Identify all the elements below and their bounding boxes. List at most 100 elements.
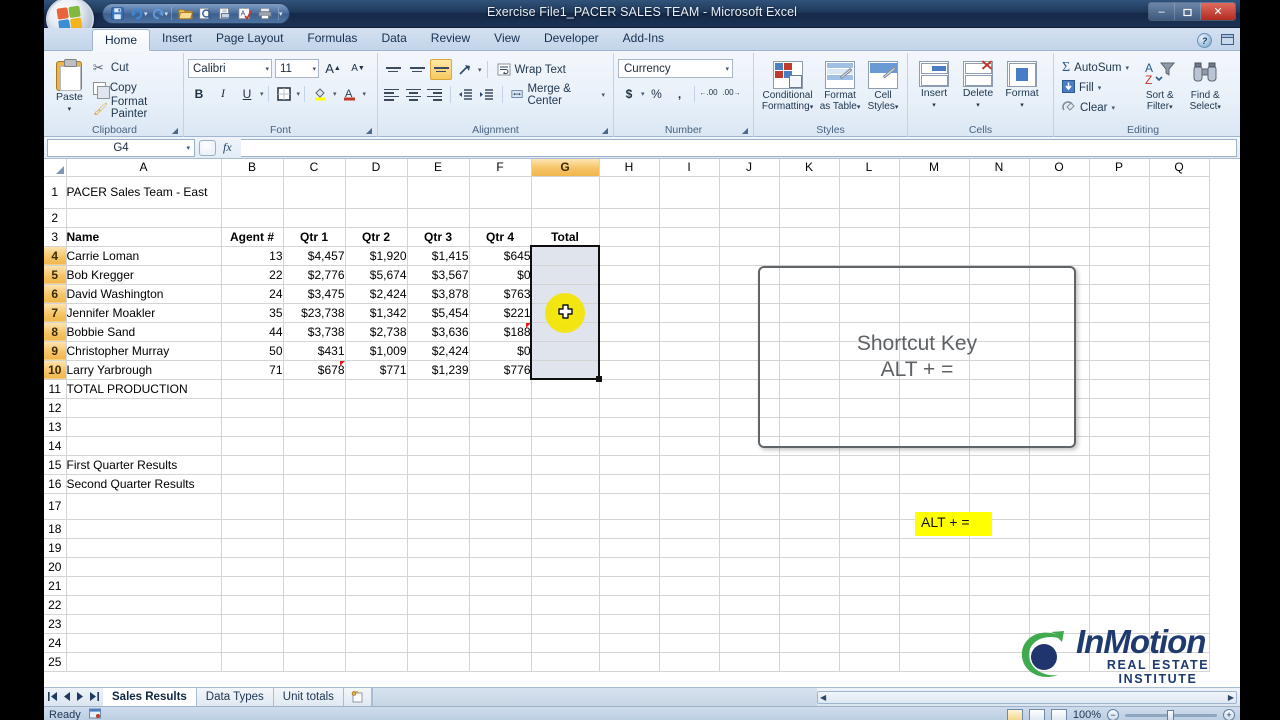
- autosum-button[interactable]: Σ AutoSum ▾: [1058, 58, 1133, 78]
- zoom-out-button[interactable]: −: [1107, 709, 1119, 720]
- cell-E2[interactable]: [407, 208, 470, 228]
- cell-H4[interactable]: [599, 246, 660, 266]
- cell-D24[interactable]: [345, 633, 408, 653]
- cell-G24[interactable]: [531, 633, 600, 653]
- cell-H1[interactable]: [599, 176, 660, 209]
- cell-K20[interactable]: [779, 557, 840, 577]
- cell-A20[interactable]: [66, 557, 222, 577]
- column-header-i[interactable]: I: [659, 159, 720, 177]
- align-top-button[interactable]: [382, 59, 404, 80]
- cell-F22[interactable]: [469, 595, 532, 615]
- percent-format-button[interactable]: %: [646, 83, 668, 104]
- cell-K1[interactable]: [779, 176, 840, 209]
- cell-I4[interactable]: [659, 246, 720, 266]
- cell-E13[interactable]: [407, 417, 470, 437]
- cell-B24[interactable]: [221, 633, 284, 653]
- zoom-level[interactable]: 100%: [1073, 709, 1101, 720]
- fill-color-button[interactable]: [309, 83, 331, 104]
- cell-C22[interactable]: [283, 595, 346, 615]
- cell-B17[interactable]: [221, 493, 284, 520]
- cell-K3[interactable]: [779, 227, 840, 247]
- cell-K25[interactable]: [779, 652, 840, 672]
- cell-styles-button[interactable]: Cell Styles▾: [863, 59, 903, 113]
- column-header-a[interactable]: A: [66, 159, 222, 177]
- cell-C11[interactable]: [283, 379, 346, 399]
- column-header-b[interactable]: B: [221, 159, 284, 177]
- cell-M24[interactable]: [899, 633, 970, 653]
- cell-C16[interactable]: [283, 474, 346, 494]
- cell-A9[interactable]: Christopher Murray: [66, 341, 222, 361]
- bold-button[interactable]: B: [188, 83, 210, 104]
- row-header-23[interactable]: 23: [44, 614, 67, 634]
- cell-O4[interactable]: [1029, 246, 1090, 266]
- cell-Q20[interactable]: [1149, 557, 1210, 577]
- zoom-slider[interactable]: [1125, 709, 1217, 720]
- cell-N1[interactable]: [969, 176, 1030, 209]
- cell-C10[interactable]: $678: [283, 360, 346, 380]
- align-middle-button[interactable]: [406, 59, 428, 80]
- format-as-table-button[interactable]: Format as Table▾: [818, 59, 862, 113]
- cell-E23[interactable]: [407, 614, 470, 634]
- cell-B22[interactable]: [221, 595, 284, 615]
- cell-G17[interactable]: [531, 493, 600, 520]
- cell-C3[interactable]: Qtr 1: [283, 227, 346, 247]
- cell-D6[interactable]: $2,424: [345, 284, 408, 304]
- font-dialog-launcher[interactable]: ◢: [364, 125, 374, 135]
- row-header-4[interactable]: 4: [44, 246, 67, 266]
- cell-Q12[interactable]: [1149, 398, 1210, 418]
- cell-M20[interactable]: [899, 557, 970, 577]
- tab-review[interactable]: Review: [419, 28, 482, 50]
- cell-L1[interactable]: [839, 176, 900, 209]
- horizontal-scrollbar[interactable]: ◀ ▶: [817, 691, 1237, 704]
- cell-K2[interactable]: [779, 208, 840, 228]
- cell-Q2[interactable]: [1149, 208, 1210, 228]
- cell-I16[interactable]: [659, 474, 720, 494]
- cell-P15[interactable]: [1089, 455, 1150, 475]
- cell-L24[interactable]: [839, 633, 900, 653]
- cell-G13[interactable]: [531, 417, 600, 437]
- column-header-j[interactable]: J: [719, 159, 780, 177]
- cell-D17[interactable]: [345, 493, 408, 520]
- cell-L16[interactable]: [839, 474, 900, 494]
- cell-O15[interactable]: [1029, 455, 1090, 475]
- row-header-13[interactable]: 13: [44, 417, 67, 437]
- cell-B15[interactable]: [221, 455, 284, 475]
- cell-J25[interactable]: [719, 652, 780, 672]
- cell-A5[interactable]: Bob Kregger: [66, 265, 222, 285]
- last-sheet-icon[interactable]: [89, 691, 99, 703]
- row-header-9[interactable]: 9: [44, 341, 67, 361]
- cell-O22[interactable]: [1029, 595, 1090, 615]
- clear-arrow[interactable]: ▾: [1111, 104, 1115, 112]
- cell-I14[interactable]: [659, 436, 720, 456]
- cell-P17[interactable]: [1089, 493, 1150, 520]
- zoom-slider-knob[interactable]: [1167, 709, 1174, 720]
- cell-F12[interactable]: [469, 398, 532, 418]
- cell-P9[interactable]: [1089, 341, 1150, 361]
- cell-D4[interactable]: $1,920: [345, 246, 408, 266]
- column-header-l[interactable]: L: [839, 159, 900, 177]
- cell-C13[interactable]: [283, 417, 346, 437]
- cell-I2[interactable]: [659, 208, 720, 228]
- cell-N22[interactable]: [969, 595, 1030, 615]
- cell-O16[interactable]: [1029, 474, 1090, 494]
- cell-P22[interactable]: [1089, 595, 1150, 615]
- cell-H13[interactable]: [599, 417, 660, 437]
- fat-arrow[interactable]: ▾: [857, 104, 861, 111]
- cell-A24[interactable]: [66, 633, 222, 653]
- cell-A15[interactable]: First Quarter Results: [66, 455, 222, 475]
- sheet-tab-data-types[interactable]: Data Types: [196, 688, 274, 706]
- cell-D25[interactable]: [345, 652, 408, 672]
- cell-C14[interactable]: [283, 436, 346, 456]
- italic-button[interactable]: I: [212, 83, 234, 104]
- cell-F10[interactable]: $776: [469, 360, 532, 380]
- worksheet-grid[interactable]: A B C D E F G H I J K L M N O P Q 1 PACER Sales Team - Eas…: [44, 159, 1240, 687]
- cell-Q21[interactable]: [1149, 576, 1210, 596]
- cell-I20[interactable]: [659, 557, 720, 577]
- cell-K19[interactable]: [779, 538, 840, 558]
- cell-F17[interactable]: [469, 493, 532, 520]
- cell-D10[interactable]: $771: [345, 360, 408, 380]
- align-right-button[interactable]: [425, 84, 445, 105]
- cell-Q7[interactable]: [1149, 303, 1210, 323]
- window-controls[interactable]: – ✕: [1148, 2, 1236, 21]
- normal-view-button[interactable]: [1006, 708, 1023, 720]
